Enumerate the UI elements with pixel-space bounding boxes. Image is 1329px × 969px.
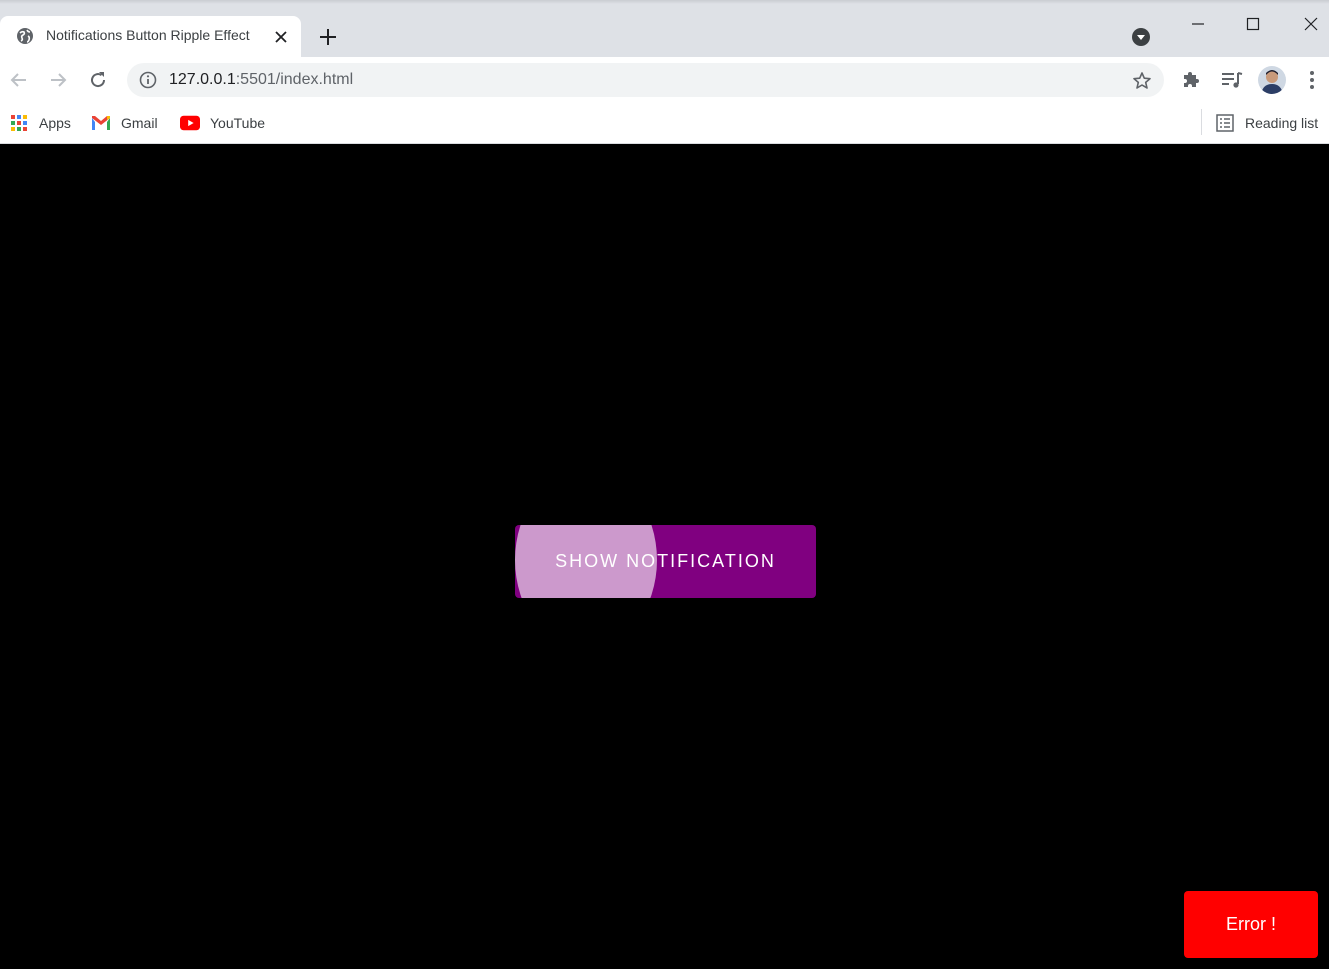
bookmark-gmail[interactable]: Gmail [91, 112, 158, 134]
new-tab-plus-icon[interactable] [316, 25, 340, 49]
bookmarks-separator [1201, 109, 1202, 135]
url-text: 127.0.0.1:5501/index.html [169, 71, 353, 89]
address-bar[interactable]: 127.0.0.1:5501/index.html [127, 63, 1164, 97]
browser-window: Notifications Button Ripple Effect 127.0… [0, 0, 1329, 969]
bookmark-apps[interactable]: Apps [9, 112, 71, 134]
url-path: :5501/index.html [235, 71, 354, 88]
tab-close-icon[interactable] [272, 28, 290, 46]
gmail-icon [91, 114, 111, 132]
forward-arrow-icon[interactable] [44, 66, 72, 94]
back-arrow-icon[interactable] [5, 66, 33, 94]
taskbar-edge [0, 0, 1329, 4]
reading-list-icon [1215, 114, 1235, 132]
tab-title: Notifications Button Ripple Effect [46, 27, 250, 43]
show-notification-label: Show Notification [555, 551, 776, 571]
page-viewport: Show Notification Error ! [0, 144, 1329, 969]
bookmark-label: Gmail [121, 115, 158, 131]
url-host: 127.0.0.1 [169, 71, 236, 88]
media-queue-icon[interactable] [1220, 68, 1244, 92]
browser-toolbar: 127.0.0.1:5501/index.html [0, 57, 1329, 103]
bookmark-youtube[interactable]: YouTube [180, 112, 265, 134]
bookmark-label: YouTube [210, 115, 266, 131]
error-toast: Error ! [1184, 891, 1318, 958]
extensions-puzzle-icon[interactable] [1180, 68, 1204, 92]
globe-icon [16, 27, 34, 45]
apps-grid-icon [9, 114, 29, 132]
show-notification-button[interactable]: Show Notification [515, 525, 816, 598]
tab-strip: Notifications Button Ripple Effect [0, 0, 1329, 57]
tab-active[interactable]: Notifications Button Ripple Effect [0, 16, 301, 57]
youtube-icon [180, 114, 200, 132]
toast-text: Error ! [1225, 914, 1276, 934]
bookmarks-bar: Apps Gmail YouTube Reading list [0, 103, 1329, 144]
minimize-icon[interactable] [1175, 8, 1221, 40]
site-info-icon[interactable] [139, 71, 157, 89]
profile-avatar[interactable] [1258, 66, 1286, 94]
close-window-icon[interactable] [1288, 8, 1329, 40]
more-menu-icon[interactable] [1300, 68, 1324, 92]
reload-icon[interactable] [84, 66, 112, 94]
tab-search-icon[interactable] [1130, 26, 1152, 48]
bookmark-star-icon[interactable] [1131, 70, 1153, 92]
reading-list-label: Reading list [1245, 115, 1319, 131]
reading-list-button[interactable]: Reading list [1215, 112, 1318, 134]
bookmark-label: Apps [39, 115, 71, 131]
maximize-icon[interactable] [1230, 8, 1276, 40]
